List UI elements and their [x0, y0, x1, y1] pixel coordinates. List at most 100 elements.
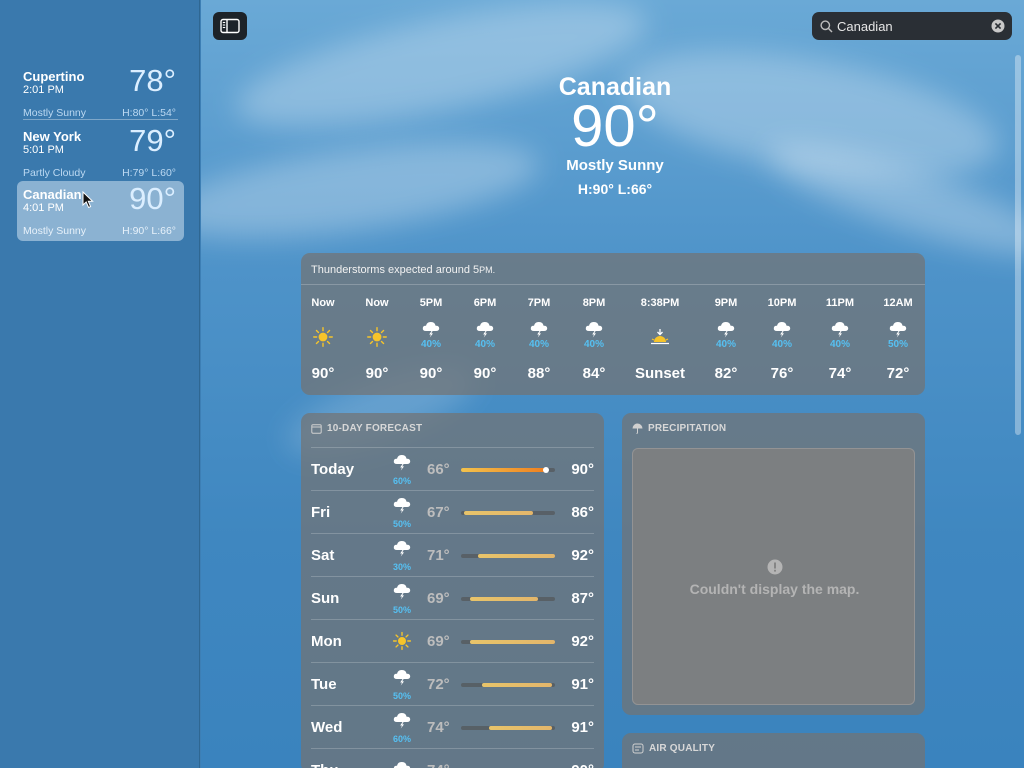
forecast-high: 86°: [571, 504, 594, 521]
forecast-day: Thu: [311, 762, 339, 768]
location-time: 4:01 PM: [23, 202, 64, 214]
clear-search-icon[interactable]: [991, 19, 1005, 33]
forecast-day: Fri: [311, 504, 331, 521]
exclamation-icon: [767, 559, 783, 575]
precip-chance: 50%: [392, 519, 411, 529]
ten-day-forecast-card[interactable]: 10-DAY FORECAST Today 60% 66° 90° Fri 50%…: [301, 413, 604, 768]
location-name: Canadian: [23, 187, 82, 202]
temperature-range-bar: [461, 597, 555, 601]
thunderstorm-icon: [422, 321, 440, 338]
current-condition: Mostly Sunny: [566, 157, 664, 174]
hourly-item: 6PM 40% 90°: [457, 297, 513, 382]
precip-chance: 50%: [392, 605, 411, 615]
precip-chance: 40%: [528, 339, 549, 350]
air-quality-card[interactable]: AIR QUALITY: [622, 733, 925, 768]
precip-chance: 60%: [392, 476, 411, 486]
precipitation-card[interactable]: PRECIPITATION Couldn't display the map.: [622, 413, 925, 715]
forecast-high: 92°: [571, 633, 594, 650]
location-item-cupertino[interactable]: Cupertino 2:01 PM 78° Mostly Sunny H:80°…: [17, 63, 184, 123]
thunderstorm-icon: [393, 540, 411, 557]
scrollbar[interactable]: [1015, 55, 1021, 435]
location-condition: Partly Cloudy: [23, 167, 86, 179]
forecast-day-row[interactable]: Fri 50% 67° 86°: [311, 490, 594, 533]
precip-chance: 50%: [392, 691, 411, 701]
thunderstorm-icon: [393, 669, 411, 686]
hourly-item: 7PM 40% 88°: [511, 297, 567, 382]
main-panel: Canadian 90° Mostly Sunny H:90° L:66° Th…: [201, 0, 1024, 768]
current-high-low: H:90° L:66°: [577, 181, 653, 197]
thunderstorm-icon: [773, 321, 791, 338]
temperature-range-bar: [461, 640, 555, 644]
divider: [23, 119, 178, 120]
forecast-high: 91°: [571, 676, 594, 693]
location-name: New York: [23, 129, 82, 144]
forecast-low: 74°: [427, 719, 450, 736]
precip-chance: 60%: [392, 734, 411, 744]
forecast-day: Mon: [311, 633, 342, 650]
forecast-high: 90°: [571, 762, 594, 768]
precip-chance: 40%: [583, 339, 604, 350]
umbrella-icon: [632, 423, 643, 434]
forecast-day-row[interactable]: Thu 74° 90°: [311, 748, 594, 768]
forecast-low: 71°: [427, 547, 450, 564]
location-temp: 79°: [129, 123, 176, 158]
location-high-low: H:80° L:54°: [122, 107, 176, 119]
hour-temp: 84°: [582, 365, 606, 382]
hour-label: 12AM: [883, 297, 913, 309]
location-time: 2:01 PM: [23, 84, 64, 96]
current-temperature: 90°: [571, 94, 659, 159]
hour-temp: 74°: [828, 365, 852, 382]
sidebar-icon: [220, 18, 240, 34]
sidebar-toggle-button[interactable]: [213, 12, 247, 40]
hour-label: 8PM: [582, 297, 606, 309]
thunderstorm-icon: [717, 321, 735, 338]
search-field[interactable]: [812, 12, 1012, 40]
precip-chance: 40%: [829, 339, 850, 350]
precip-chance: 40%: [715, 339, 736, 350]
hour-label: 6PM: [473, 297, 497, 309]
forecast-day: Today: [311, 461, 355, 478]
hourly-summary: Thunderstorms expected around 5PM.: [311, 264, 496, 276]
hour-label: Now: [365, 297, 389, 309]
search-input[interactable]: [837, 18, 977, 34]
hourly-item: 11PM 40% 74°: [812, 297, 868, 382]
sun-icon: [392, 631, 412, 651]
temperature-range-bar: [461, 683, 555, 687]
forecast-day-row[interactable]: Sun 50% 69° 87°: [311, 576, 594, 619]
forecast-day-row[interactable]: Tue 50% 72° 91°: [311, 662, 594, 705]
precipitation-map[interactable]: Couldn't display the map.: [632, 448, 915, 705]
forecast-low: 72°: [427, 676, 450, 693]
forecast-day-row[interactable]: Mon 69° 92°: [311, 619, 594, 662]
thunderstorm-icon: [393, 761, 411, 768]
hourly-item: 12AM 50% 72°: [870, 297, 926, 382]
hour-temp: 72°: [886, 365, 910, 382]
sun-icon: [313, 327, 333, 347]
hour-label: 8:38PM: [640, 297, 680, 309]
forecast-day-row[interactable]: Today 60% 66° 90°: [311, 447, 594, 490]
hour-temp: 90°: [311, 365, 335, 382]
location-item-new-york[interactable]: New York 5:01 PM 79° Partly Cloudy H:79°…: [17, 123, 184, 183]
forecast-day-row[interactable]: Sat 30% 71° 92°: [311, 533, 594, 576]
sunset-icon: [651, 329, 669, 345]
hour-temp: 88°: [527, 365, 551, 382]
forecast-day: Wed: [311, 719, 343, 736]
forecast-day: Tue: [311, 676, 337, 693]
current-temp-marker: [542, 467, 549, 473]
air-quality-title: AIR QUALITY: [632, 743, 715, 754]
location-name: Cupertino: [23, 69, 85, 84]
hourly-item: Now 90°: [349, 297, 405, 382]
hour-temp: 90°: [365, 365, 389, 382]
hourly-forecast-card[interactable]: Thunderstorms expected around 5PM. Now 9…: [301, 253, 925, 395]
hourly-item: 5PM 40% 90°: [403, 297, 459, 382]
thunderstorm-icon: [393, 497, 411, 514]
temperature-range-bar: [461, 467, 555, 473]
thunderstorm-icon: [393, 712, 411, 729]
map-error-message: Couldn't display the map.: [689, 581, 860, 597]
location-item-canadian[interactable]: Canadian 4:01 PM 90° Mostly Sunny H:90° …: [17, 181, 184, 241]
thunderstorm-icon: [889, 321, 907, 338]
location-high-low: H:90° L:66°: [122, 225, 176, 237]
precip-chance: 30%: [392, 562, 411, 572]
thunderstorm-icon: [831, 321, 849, 338]
thunderstorm-icon: [476, 321, 494, 338]
forecast-day-row[interactable]: Wed 60% 74° 91°: [311, 705, 594, 748]
